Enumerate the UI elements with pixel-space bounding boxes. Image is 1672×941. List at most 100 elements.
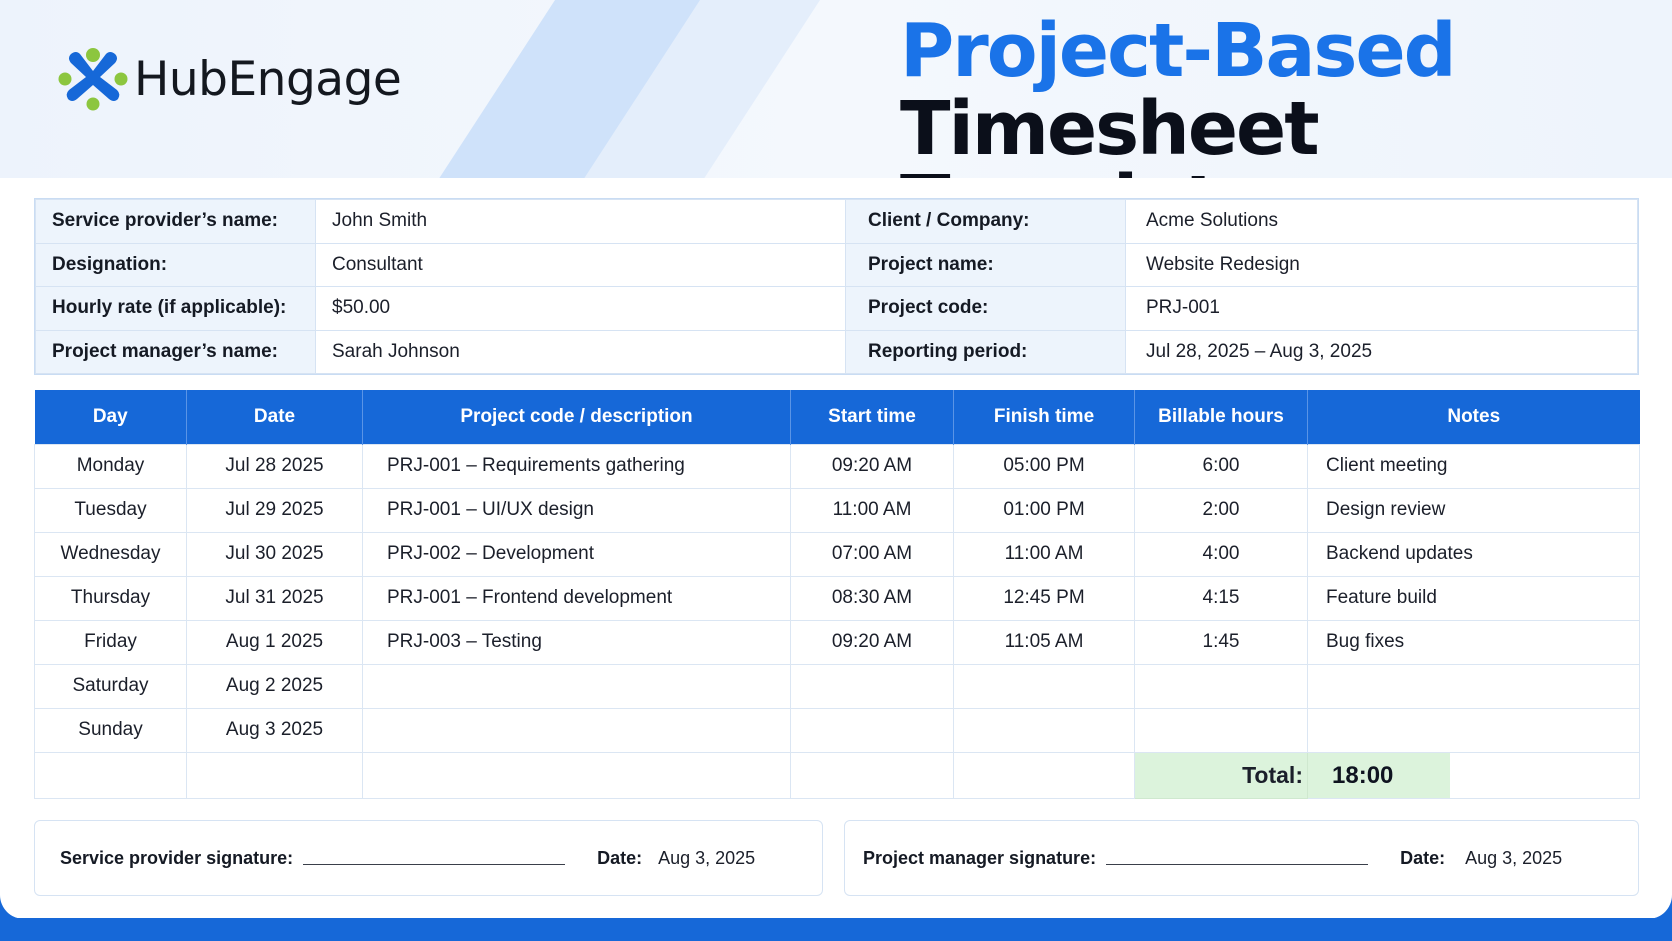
- cell-finish-time[interactable]: 01:00 PM: [953, 487, 1135, 533]
- column-header-date: Date: [186, 390, 363, 444]
- cell-start-time[interactable]: 09:20 AM: [790, 619, 954, 665]
- info-row: Project manager’s name: Sarah Johnson Re…: [35, 329, 1638, 374]
- table-row: Thursday Jul 31 2025 PRJ-001 – Frontend …: [34, 575, 1640, 621]
- title-line-2: Timesheet Template: [900, 86, 1320, 178]
- empty-cell: [790, 751, 954, 799]
- table-header-row: Day Date Project code / description Star…: [34, 390, 1640, 444]
- info-value[interactable]: $50.00: [315, 286, 846, 331]
- info-label: Client / Company:: [845, 199, 1126, 244]
- cell-date: Jul 28 2025: [186, 443, 363, 489]
- table-row: Saturday Aug 2 2025: [34, 663, 1640, 709]
- cell-description[interactable]: PRJ-001 – Frontend development: [362, 575, 791, 621]
- info-value[interactable]: Sarah Johnson: [315, 329, 846, 374]
- cell-description[interactable]: [362, 663, 791, 709]
- footer-band: [0, 918, 1672, 941]
- cell-notes[interactable]: Bug fixes: [1307, 619, 1640, 665]
- info-value[interactable]: Acme Solutions: [1125, 199, 1638, 244]
- cell-finish-time[interactable]: 11:05 AM: [953, 619, 1135, 665]
- table-row: Sunday Aug 3 2025: [34, 707, 1640, 753]
- table-row: Wednesday Jul 30 2025 PRJ-002 – Developm…: [34, 531, 1640, 577]
- cell-billable-hours[interactable]: 4:00: [1134, 531, 1308, 577]
- info-value[interactable]: PRJ-001: [1125, 286, 1638, 331]
- manager-date-value[interactable]: Aug 3, 2025: [1465, 848, 1562, 869]
- cell-start-time[interactable]: 09:20 AM: [790, 443, 954, 489]
- provider-date-value[interactable]: Aug 3, 2025: [658, 848, 755, 869]
- cell-notes[interactable]: Backend updates: [1307, 531, 1640, 577]
- cell-notes[interactable]: Feature build: [1307, 575, 1640, 621]
- brand-name: HubEngage: [134, 51, 402, 107]
- manager-signature-line[interactable]: [1106, 863, 1369, 865]
- cell-date: Aug 3 2025: [186, 707, 363, 753]
- cell-start-time[interactable]: [790, 663, 954, 709]
- footer-corner-right: [1648, 895, 1672, 919]
- total-cell: 18:00: [1307, 751, 1640, 799]
- title-line-1: Project-Based: [900, 8, 1457, 94]
- cell-date: Jul 30 2025: [186, 531, 363, 577]
- info-value[interactable]: Jul 28, 2025 – Aug 3, 2025: [1125, 329, 1638, 374]
- cell-description[interactable]: PRJ-003 – Testing: [362, 619, 791, 665]
- cell-day: Thursday: [34, 575, 187, 621]
- info-value[interactable]: Consultant: [315, 242, 846, 287]
- info-label: Designation:: [35, 242, 316, 287]
- info-row: Hourly rate (if applicable): $50.00 Proj…: [35, 286, 1638, 331]
- page-title: Project-Based Timesheet Template: [900, 14, 1660, 178]
- provider-signature-box: Service provider signature: Date: Aug 3,…: [34, 820, 823, 896]
- column-header-hours: Billable hours: [1134, 390, 1308, 444]
- cell-billable-hours[interactable]: [1134, 663, 1308, 709]
- table-row: Tuesday Jul 29 2025 PRJ-001 – UI/UX desi…: [34, 487, 1640, 533]
- provider-signature-line[interactable]: [303, 863, 566, 865]
- info-row: Designation: Consultant Project name: We…: [35, 242, 1638, 287]
- cell-start-time[interactable]: 08:30 AM: [790, 575, 954, 621]
- header-banner: HubEngage Project-Based Timesheet Templa…: [0, 0, 1672, 178]
- info-row: Service provider’s name: John Smith Clie…: [35, 199, 1638, 244]
- total-value: 18:00: [1308, 752, 1450, 798]
- total-row: Total: 18:00: [34, 751, 1640, 799]
- cell-finish-time[interactable]: [953, 663, 1135, 709]
- cell-billable-hours[interactable]: 6:00: [1134, 443, 1308, 489]
- info-value[interactable]: Website Redesign: [1125, 242, 1638, 287]
- table-row: Friday Aug 1 2025 PRJ-003 – Testing 09:2…: [34, 619, 1640, 665]
- info-label: Reporting period:: [845, 329, 1126, 374]
- cell-description[interactable]: PRJ-002 – Development: [362, 531, 791, 577]
- info-label: Service provider’s name:: [35, 199, 316, 244]
- manager-signature-box: Project manager signature: Date: Aug 3, …: [844, 820, 1639, 896]
- cell-date: Aug 2 2025: [186, 663, 363, 709]
- cell-start-time[interactable]: [790, 707, 954, 753]
- info-label: Hourly rate (if applicable):: [35, 286, 316, 331]
- cell-date: Jul 29 2025: [186, 487, 363, 533]
- cell-billable-hours[interactable]: [1134, 707, 1308, 753]
- footer-corner-left: [0, 895, 24, 919]
- cell-notes[interactable]: Client meeting: [1307, 443, 1640, 489]
- cell-finish-time[interactable]: 12:45 PM: [953, 575, 1135, 621]
- cell-billable-hours[interactable]: 1:45: [1134, 619, 1308, 665]
- column-header-description: Project code / description: [362, 390, 791, 444]
- timesheet-page: HubEngage Project-Based Timesheet Templa…: [0, 0, 1672, 941]
- cell-day: Wednesday: [34, 531, 187, 577]
- cell-start-time[interactable]: 07:00 AM: [790, 531, 954, 577]
- cell-billable-hours[interactable]: 2:00: [1134, 487, 1308, 533]
- info-label: Project name:: [845, 242, 1126, 287]
- cell-date: Jul 31 2025: [186, 575, 363, 621]
- cell-start-time[interactable]: 11:00 AM: [790, 487, 954, 533]
- cell-notes[interactable]: [1307, 707, 1640, 753]
- cell-finish-time[interactable]: 11:00 AM: [953, 531, 1135, 577]
- empty-cell: [362, 751, 791, 799]
- cell-description[interactable]: [362, 707, 791, 753]
- cell-finish-time[interactable]: [953, 707, 1135, 753]
- column-header-day: Day: [34, 390, 187, 444]
- manager-date-label: Date:: [1400, 847, 1446, 868]
- cell-notes[interactable]: [1307, 663, 1640, 709]
- manager-signature-label: Project manager signature:: [863, 847, 1097, 868]
- info-value[interactable]: John Smith: [315, 199, 846, 244]
- info-label: Project code:: [845, 286, 1126, 331]
- empty-cell: [186, 751, 363, 799]
- cell-notes[interactable]: Design review: [1307, 487, 1640, 533]
- cell-description[interactable]: PRJ-001 – UI/UX design: [362, 487, 791, 533]
- cell-billable-hours[interactable]: 4:15: [1134, 575, 1308, 621]
- cell-day: Sunday: [34, 707, 187, 753]
- cell-finish-time[interactable]: 05:00 PM: [953, 443, 1135, 489]
- empty-cell: [953, 751, 1135, 799]
- total-label: Total:: [1134, 751, 1308, 799]
- cell-description[interactable]: PRJ-001 – Requirements gathering: [362, 443, 791, 489]
- provider-signature-label: Service provider signature:: [60, 847, 294, 868]
